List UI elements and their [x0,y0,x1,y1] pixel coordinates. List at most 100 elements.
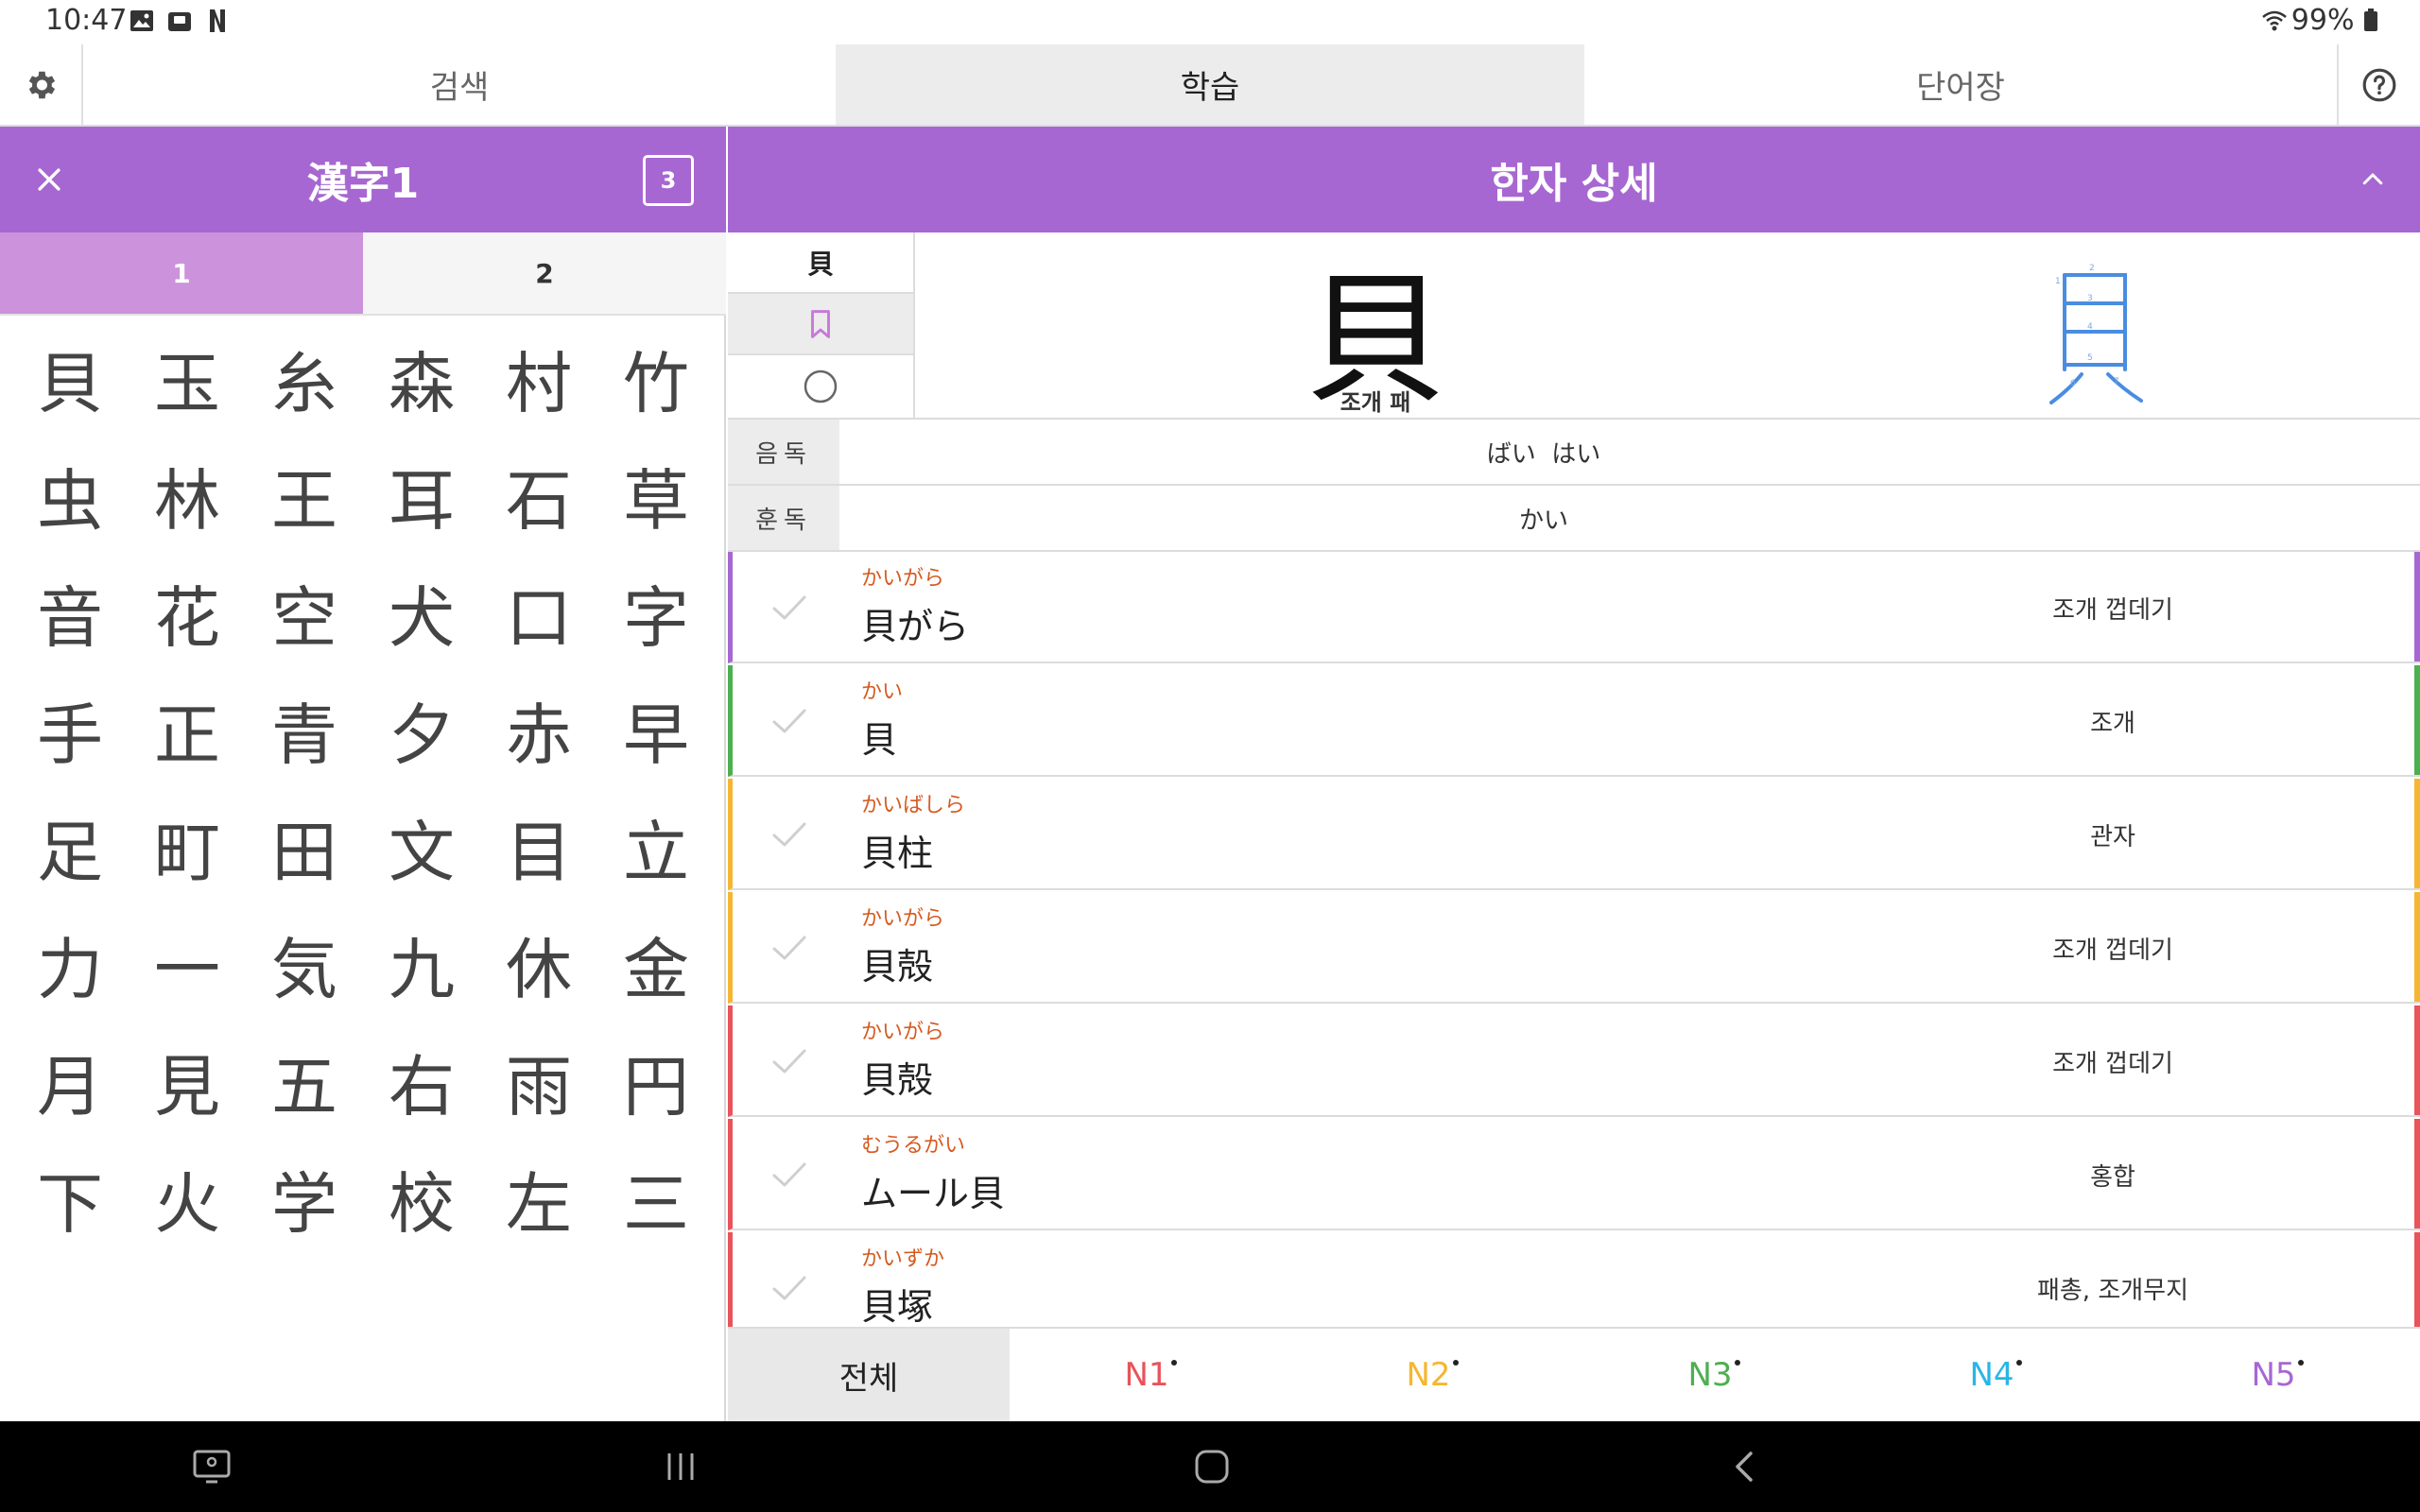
kanji-cell[interactable]: 空 [246,554,363,671]
word-text: 貝 [861,719,898,761]
kanji-cell[interactable]: 花 [129,554,246,671]
recent-apps-button[interactable] [652,1438,709,1495]
kanji-cell[interactable]: 森 [363,319,480,437]
kanji-cell[interactable]: 金 [597,905,715,1022]
kanji-cell[interactable]: 立 [597,788,715,905]
kanji-cell[interactable]: 町 [129,788,246,905]
kanji-cell[interactable]: 早 [597,671,715,788]
check-icon[interactable] [769,928,810,966]
kanji-cell[interactable]: 林 [129,437,246,554]
kanji-cell[interactable]: 五 [246,1022,363,1140]
kanji-cell[interactable]: 字 [597,554,715,671]
check-icon[interactable] [769,1155,810,1193]
kanji-cell[interactable]: 九 [363,905,480,1022]
kanji-cell[interactable]: 虫 [11,437,129,554]
level-tab-n3[interactable]: N3 [1573,1329,1855,1421]
word-row[interactable]: かい貝 조개 [728,665,2420,777]
back-button[interactable] [1717,1438,1773,1495]
kanji-cell[interactable]: 下 [11,1140,129,1257]
kanji-cell[interactable]: 雨 [480,1022,597,1140]
check-icon[interactable] [769,1041,810,1079]
kanji-cell[interactable]: 竹 [597,319,715,437]
kanji-cell[interactable]: 夕 [363,671,480,788]
kanji-cell[interactable]: 円 [597,1022,715,1140]
top-tab-bar: 검색 학습 단어장 [0,44,2420,127]
check-icon[interactable] [769,701,810,739]
recent-apps-icon [667,1453,694,1480]
home-button[interactable] [1184,1438,1240,1495]
word-row[interactable]: かいばしら 貝柱 관자 [728,779,2420,890]
level-tab-n1[interactable]: N1 [1010,1329,1291,1421]
kanji-cell[interactable]: 玉 [129,319,246,437]
kanji-cell[interactable]: 右 [363,1022,480,1140]
level-tab-n4[interactable]: N4 [1855,1329,2136,1421]
word-text: 貝殻 [861,1059,934,1101]
word-row[interactable]: むうるがい ムール貝 홍합 [728,1119,2420,1230]
count-badge[interactable]: 3 [643,155,694,206]
tab-search[interactable]: 검색 [85,44,834,125]
kanji-cell[interactable]: 村 [480,319,597,437]
kanji-cell[interactable]: 足 [11,788,129,905]
kanji-cell[interactable]: 草 [597,437,715,554]
kanji-cell[interactable]: 糸 [246,319,363,437]
onyomi-row: 음독 ばい はい [728,420,2420,486]
kanji-cell[interactable]: 青 [246,671,363,788]
close-button[interactable] [23,153,76,206]
kanji-cell[interactable]: 王 [246,437,363,554]
check-icon[interactable] [769,1268,810,1306]
word-row[interactable]: かいがら 貝殻 조개 껍데기 [728,1005,2420,1117]
svg-text:5: 5 [2087,353,2093,363]
check-icon[interactable] [769,588,810,626]
memorized-toggle[interactable] [728,355,913,417]
bookmark-button[interactable] [728,294,913,355]
settings-button[interactable] [0,44,83,125]
kanji-cell[interactable]: 休 [480,905,597,1022]
screen-recorder-button[interactable] [183,1438,240,1495]
word-meaning: 조개 껍데기 [2052,1049,2173,1078]
level-tab-n5[interactable]: N5 [2136,1329,2418,1421]
kanji-cell[interactable]: 左 [480,1140,597,1257]
tab-wordbook[interactable]: 단어장 [1586,44,2335,125]
word-row[interactable]: かいがら 貝がら 조개 껍데기 [728,552,2420,663]
kanji-cell[interactable]: 耳 [363,437,480,554]
level-dot [1734,1360,1740,1366]
kanji-cell[interactable]: 正 [129,671,246,788]
kanji-cell[interactable]: 三 [597,1140,715,1257]
check-icon[interactable] [769,815,810,852]
kanji-cell[interactable]: 月 [11,1022,129,1140]
kanji-detail-header: 한자 상세 [728,127,2420,232]
level-color-bar [2414,665,2420,775]
level-dot [2297,1360,2304,1366]
kanji-cell[interactable]: 口 [480,554,597,671]
home-icon [1195,1450,1229,1484]
word-row[interactable]: かいずか 貝塚 패총, 조개무지 [728,1232,2420,1327]
tab-study[interactable]: 학습 [836,44,1584,125]
page-tab-1[interactable]: 1 [0,232,363,314]
word-reading: かいばしら [861,794,966,817]
help-button[interactable] [2337,44,2420,125]
kanji-cell[interactable]: 犬 [363,554,480,671]
collapse-button[interactable] [2346,153,2399,206]
kanji-cell[interactable]: 田 [246,788,363,905]
stroke-order-diagram[interactable]: 1 2 3 4 5 6 7 [1976,232,2221,418]
help-icon [2362,68,2396,101]
page-tab-2[interactable]: 2 [363,232,726,314]
kanji-cell[interactable]: 目 [480,788,597,905]
kanji-cell[interactable]: 文 [363,788,480,905]
kanji-cell[interactable]: 手 [11,671,129,788]
kanji-cell[interactable]: 校 [363,1140,480,1257]
kanji-cell[interactable]: 見 [129,1022,246,1140]
kanji-cell[interactable]: 貝 [11,319,129,437]
word-row[interactable]: かいがら 貝殻 조개 껍데기 [728,892,2420,1004]
kanji-cell[interactable]: 赤 [480,671,597,788]
kanji-cell[interactable]: 石 [480,437,597,554]
kanji-cell[interactable]: 音 [11,554,129,671]
kanji-cell[interactable]: 気 [246,905,363,1022]
kanji-cell[interactable]: 火 [129,1140,246,1257]
level-tab-all[interactable]: 전체 [728,1329,1010,1421]
kanji-cell[interactable]: 学 [246,1140,363,1257]
word-text: 貝柱 [861,833,934,874]
kanji-cell[interactable]: 力 [11,905,129,1022]
level-tab-n2[interactable]: N2 [1291,1329,1573,1421]
kanji-cell[interactable]: 一 [129,905,246,1022]
